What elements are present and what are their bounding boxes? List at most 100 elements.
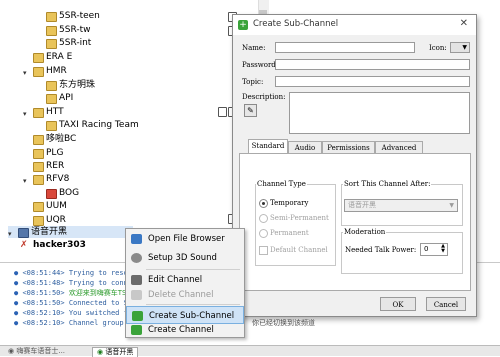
channel-icon [33, 162, 44, 172]
add-channel-icon: + [238, 20, 248, 30]
lock-icon [218, 107, 227, 117]
topic-input[interactable] [275, 76, 470, 87]
server-tab-bar: ◉ 嗨赛车语音士... ◉ 语音开黑 [0, 345, 500, 357]
channel-type-title: Channel Type [256, 180, 307, 188]
folder-icon [131, 234, 142, 244]
menu-separator [146, 269, 240, 270]
log-line-behind: 你已经切换到该频道 [252, 319, 315, 327]
edit-description-button[interactable]: ✎ [244, 104, 257, 117]
log-line: ● <08:51:44> Trying to resolve [14, 269, 141, 277]
menu-separator [146, 304, 240, 305]
tree-channel[interactable]: ▾ RFV8 [23, 173, 69, 185]
sort-after-select[interactable]: 语音开黑 ▼ [344, 199, 458, 212]
tree-channel[interactable]: 哆啦BC [33, 133, 76, 145]
close-icon[interactable]: ✕ [460, 18, 468, 29]
log-line: ● <08:51:48> Trying to connect [14, 279, 141, 287]
semi-permanent-radio[interactable] [259, 214, 268, 223]
delete-channel-icon [131, 290, 142, 300]
tree-channel[interactable]: UQR [33, 214, 66, 226]
channel-icon [33, 149, 44, 159]
menu-setup-3d-sound[interactable]: Setup 3D Sound [126, 249, 244, 267]
channel-icon [33, 135, 44, 145]
edit-channel-icon [131, 275, 142, 285]
talk-power-spinbox[interactable]: 0 ▲ ▼ [420, 243, 448, 256]
channel-icon [46, 81, 57, 91]
channel-tree[interactable]: 5SR-teen 5SR-tw 5SR-int ERA E ▾ HMR 东方明珠 … [0, 0, 268, 258]
temporary-label: Temporary [270, 199, 309, 207]
description-label: Description: [242, 93, 286, 101]
dialog-titlebar[interactable]: + Create Sub-Channel ✕ [233, 15, 476, 35]
tree-client[interactable]: ✗ hacker303 [20, 239, 86, 251]
tree-channel[interactable]: 5SR-tw [46, 24, 90, 36]
tree-channel[interactable]: 5SR-int [46, 37, 91, 49]
name-label: Name: [242, 44, 266, 52]
channel-icon [46, 189, 57, 199]
channel-icon [46, 39, 57, 49]
default-channel-label: Default Channel [270, 246, 328, 254]
tree-channel[interactable]: API [46, 92, 73, 104]
menu-delete-channel[interactable]: Delete Channel [126, 286, 244, 304]
tree-channel[interactable]: ▾ HTT [23, 106, 64, 118]
tree-channel[interactable]: 5SR-teen [46, 10, 100, 22]
spin-arrows-icon: ▲ ▼ [441, 243, 445, 254]
create-subchannel-dialog: + Create Sub-Channel ✕ Name: Icon: ▼ Pas… [232, 14, 477, 317]
moderation-title: Moderation [343, 228, 387, 236]
icon-label: Icon: [429, 44, 447, 52]
description-input[interactable] [289, 92, 470, 134]
expand-icon[interactable]: ▾ [23, 175, 27, 187]
permanent-label: Permanent [270, 229, 309, 237]
tree-channel[interactable]: UUM [33, 200, 67, 212]
talk-power-label: Needed Talk Power: [345, 246, 417, 254]
tree-channel-selected[interactable]: ▾ 语音开黑 [8, 226, 133, 238]
temporary-radio[interactable] [259, 199, 268, 208]
chevron-down-icon: ▼ [462, 44, 467, 51]
speaker-icon [131, 253, 142, 263]
tree-channel[interactable]: ERA E [33, 51, 72, 63]
channel-icon [33, 175, 44, 185]
tree-channel[interactable]: RER [33, 160, 64, 172]
channel-icon [46, 26, 57, 36]
default-channel-checkbox[interactable] [259, 246, 268, 255]
add-channel-icon [131, 325, 142, 335]
channel-icon [46, 12, 57, 22]
dialog-title: Create Sub-Channel [253, 19, 339, 29]
password-label: Password: [242, 61, 279, 69]
tree-channel[interactable]: PLG [33, 147, 63, 159]
chevron-down-icon: ▼ [449, 202, 454, 209]
expand-icon[interactable]: ▾ [23, 108, 27, 120]
context-menu: Open File Browser Setup 3D Sound Edit Ch… [125, 228, 245, 338]
server-tab-active[interactable]: ◉ 语音开黑 [92, 347, 139, 357]
channel-icon [33, 67, 44, 77]
icon-select[interactable]: ▼ [450, 42, 470, 53]
log-line: ● <08:51:50> 欢迎来到嗨赛车TS [14, 289, 127, 297]
muted-microphone-icon: ✗ [20, 240, 28, 250]
channel-icon [46, 121, 57, 131]
channel-icon [33, 53, 44, 63]
tree-channel[interactable]: 东方明珠 [46, 79, 95, 91]
channel-icon [33, 216, 44, 226]
server-icon: ◉ [8, 347, 15, 355]
tree-channel[interactable]: TAXI Racing Team [46, 119, 139, 131]
add-subchannel-icon [132, 311, 143, 321]
cancel-button[interactable]: Cancel [426, 297, 466, 311]
permanent-radio[interactable] [259, 229, 268, 238]
pencil-icon: ✎ [247, 106, 254, 115]
tree-channel[interactable]: BOG [46, 187, 79, 199]
semi-permanent-label: Semi-Permanent [270, 214, 329, 222]
tree-channel[interactable]: ▾ HMR [23, 65, 67, 77]
expand-icon[interactable]: ▾ [23, 67, 27, 79]
log-line: ● <08:52:10> You switched from [14, 309, 141, 317]
standard-tab-pane: Channel Type Temporary Semi-Permanent Pe… [239, 153, 471, 291]
channel-icon [46, 94, 57, 104]
topic-label: Topic: [242, 78, 264, 86]
tab-standard[interactable]: Standard [248, 139, 288, 154]
ok-button[interactable]: OK [380, 297, 416, 311]
channel-icon [33, 202, 44, 212]
password-input[interactable] [275, 59, 470, 70]
menu-open-file-browser[interactable]: Open File Browser [126, 230, 244, 248]
expand-icon[interactable]: ▾ [8, 228, 12, 240]
channel-icon [33, 108, 44, 118]
sort-title: Sort This Channel After: [343, 180, 432, 188]
name-input[interactable] [275, 42, 415, 53]
menu-create-channel[interactable]: Create Channel [126, 321, 244, 339]
